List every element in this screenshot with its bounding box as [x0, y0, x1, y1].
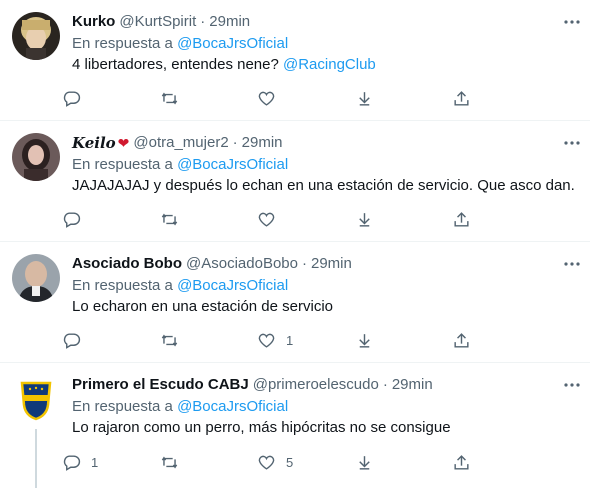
like-count: 1 [286, 332, 294, 348]
like-button[interactable] [257, 209, 317, 229]
user-handle[interactable]: @KurtSpirit [119, 12, 196, 32]
downvote-button[interactable] [355, 209, 415, 229]
more-options-icon[interactable] [562, 375, 582, 395]
arrow-down-icon [358, 91, 370, 106]
arrow-down-icon [358, 333, 370, 348]
avatar[interactable] [12, 254, 60, 302]
display-name[interactable]: Keilo [72, 133, 116, 153]
reply-button[interactable] [62, 88, 122, 108]
tweet-text: Lo echaron en una estación de servicio [72, 298, 334, 315]
reply-mention-link[interactable]: @BocaJrsOficial [177, 35, 288, 52]
reply-context: En respuesta a @BocaJrsOficial [72, 276, 578, 296]
share-button[interactable] [452, 330, 512, 350]
share-button[interactable] [452, 88, 512, 108]
reply-context: En respuesta a @BocaJrsOficial [72, 397, 578, 417]
display-name[interactable]: Primero el Escudo CABJ [72, 375, 249, 395]
more-options-icon[interactable] [562, 12, 582, 32]
tweet-text: 4 libertadores, entendes nene? @RacingCl… [72, 55, 578, 75]
reply-icon [63, 454, 81, 471]
retweet-icon [161, 455, 177, 469]
reply-prefix: En respuesta a [72, 277, 173, 294]
tweet[interactable]: Asociado Bobo @AsociadoBobo · 29min En r… [0, 242, 590, 363]
reply-count: 1 [91, 454, 99, 470]
tweet[interactable]: Primero el Escudo CABJ @primeroelescudo … [0, 363, 590, 488]
reply-icon [63, 90, 81, 107]
downvote-button[interactable] [355, 452, 415, 472]
avatar[interactable] [12, 12, 60, 60]
heart-icon [258, 212, 275, 227]
reply-context: En respuesta a @BocaJrsOficial [72, 155, 578, 175]
reply-mention-link[interactable]: @BocaJrsOficial [177, 398, 288, 415]
retweet-icon [161, 212, 177, 226]
separator-dot: · [232, 134, 238, 151]
timestamp[interactable]: 29min [209, 12, 250, 32]
reply-context: En respuesta a @BocaJrsOficial [72, 34, 578, 54]
separator-dot: · [382, 376, 388, 393]
arrow-down-icon [358, 455, 370, 470]
heart-icon [258, 91, 275, 106]
thread-line [35, 429, 37, 488]
reply-icon [63, 211, 81, 228]
tweet-text: Lo rajaron como un perro, más hipócritas… [72, 419, 451, 436]
action-bar: 1 [62, 330, 512, 350]
action-bar [62, 209, 512, 229]
retweet-icon [161, 333, 177, 347]
tweet[interactable]: Kurko @KurtSpirit · 29min En respuesta a… [0, 0, 590, 121]
reply-icon [63, 332, 81, 349]
tweet[interactable]: Keilo ❤ @otra_mujer2 · 29min En respuest… [0, 121, 590, 242]
share-icon [454, 454, 469, 470]
share-icon [454, 90, 469, 106]
like-button[interactable]: 1 [257, 330, 317, 350]
reply-button[interactable] [62, 209, 122, 229]
retweet-button[interactable] [160, 88, 220, 108]
display-name[interactable]: Asociado Bobo [72, 254, 182, 274]
tweet-text: JAJAJAJAJ y después lo echan en una esta… [72, 177, 575, 194]
tweet-text-body: 4 libertadores, entendes nene? [72, 56, 279, 73]
retweet-button[interactable] [160, 452, 220, 472]
mention-link[interactable]: @RacingClub [283, 56, 376, 73]
heart-icon [258, 333, 275, 348]
like-button[interactable] [257, 88, 317, 108]
downvote-button[interactable] [355, 330, 415, 350]
retweet-button[interactable] [160, 209, 220, 229]
like-count: 5 [286, 454, 294, 470]
reply-mention-link[interactable]: @BocaJrsOficial [177, 277, 288, 294]
more-options-icon[interactable] [562, 133, 582, 153]
user-handle[interactable]: @AsociadoBobo [186, 254, 298, 274]
action-bar [62, 88, 512, 108]
retweet-icon [161, 91, 177, 105]
reply-mention-link[interactable]: @BocaJrsOficial [177, 156, 288, 173]
arrow-down-icon [358, 212, 370, 227]
reply-prefix: En respuesta a [72, 35, 173, 52]
reply-prefix: En respuesta a [72, 398, 173, 415]
share-icon [454, 211, 469, 227]
display-name[interactable]: Kurko [72, 12, 115, 32]
avatar[interactable] [12, 133, 60, 181]
share-icon [454, 332, 469, 348]
downvote-button[interactable] [355, 88, 415, 108]
timestamp[interactable]: 29min [392, 375, 433, 395]
reply-button[interactable] [62, 330, 122, 350]
more-options-icon[interactable] [562, 254, 582, 274]
user-handle[interactable]: @otra_mujer2 [133, 133, 228, 153]
heart-emoji: ❤ [117, 135, 130, 151]
heart-icon [258, 455, 275, 470]
reply-feed: Kurko @KurtSpirit · 29min En respuesta a… [0, 0, 590, 488]
user-handle[interactable]: @primeroelescudo [253, 375, 379, 395]
reply-button[interactable]: 1 [62, 452, 122, 472]
avatar[interactable] [12, 375, 60, 423]
share-button[interactable] [452, 452, 512, 472]
share-button[interactable] [452, 209, 512, 229]
action-bar: 1 5 [62, 452, 512, 472]
retweet-button[interactable] [160, 330, 220, 350]
like-button[interactable]: 5 [257, 452, 317, 472]
timestamp[interactable]: 29min [242, 133, 283, 153]
reply-prefix: En respuesta a [72, 156, 173, 173]
timestamp[interactable]: 29min [311, 254, 352, 274]
separator-dot: · [301, 255, 307, 272]
separator-dot: · [200, 13, 206, 30]
